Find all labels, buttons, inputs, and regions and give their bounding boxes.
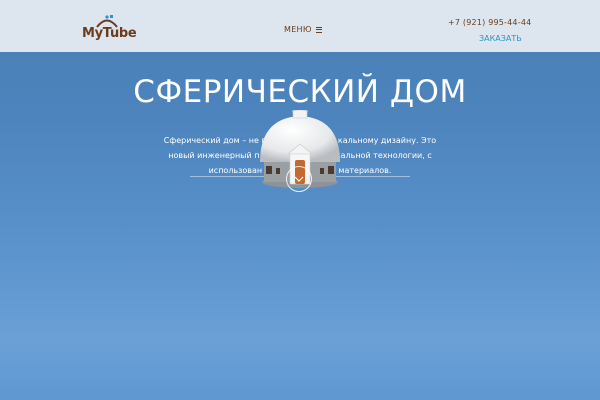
scroll-down-button[interactable] xyxy=(286,166,312,192)
order-button[interactable]: ЗАКАЗАТЬ xyxy=(479,34,522,43)
logo[interactable]: MyTube xyxy=(82,14,137,44)
logo-text: MyTube xyxy=(82,26,137,41)
site-header: MyTube МЕНЮ +7 (921) 995-44-44 ЗАКАЗАТЬ xyxy=(0,0,600,52)
chevron-down-icon xyxy=(294,176,304,182)
menu-label: МЕНЮ xyxy=(284,25,312,34)
hamburger-icon xyxy=(315,25,322,34)
menu-button[interactable]: МЕНЮ xyxy=(284,25,322,34)
phone-number[interactable]: +7 (921) 995-44-44 xyxy=(448,18,531,27)
hero-title: СФЕРИЧЕСКИЙ ДОМ xyxy=(133,74,467,110)
